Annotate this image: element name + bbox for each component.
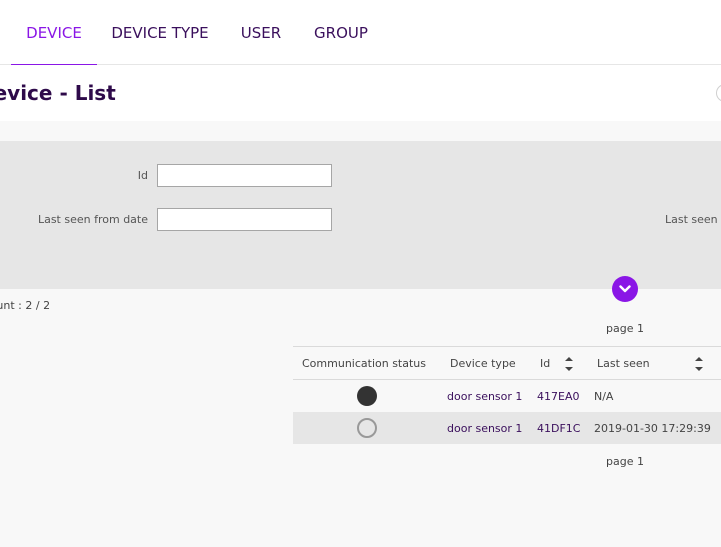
id-filter-label: Id (137, 169, 148, 182)
column-last-seen[interactable]: Last seen (597, 347, 650, 380)
sort-icon[interactable] (564, 355, 574, 373)
table-row[interactable]: door sensor 1 41DF1C 2019-01-30 17:29:39 (293, 412, 721, 444)
device-type-link[interactable]: door sensor 1 (447, 380, 522, 412)
device-id-link[interactable]: 417EA0 (537, 380, 579, 412)
column-device-type: Device type (450, 357, 516, 370)
pagination-top[interactable]: page 1 (593, 322, 657, 335)
last-seen-from-label: Last seen from date (37, 213, 148, 226)
chevron-down-icon (619, 285, 631, 293)
status-offline-icon (357, 418, 377, 438)
top-nav: DEVICE DEVICE TYPE USER GROUP (0, 0, 721, 66)
column-id[interactable]: Id (540, 347, 550, 380)
filter-panel: Id Last seen from date Last seen (0, 141, 721, 289)
last-seen-value: 2019-01-30 17:29:39 (594, 421, 711, 435)
tab-device-type[interactable]: DEVICE TYPE (106, 0, 214, 65)
page-title: Device - List (0, 81, 116, 105)
tab-device[interactable]: DEVICE (11, 0, 97, 66)
sort-icon[interactable] (694, 355, 704, 373)
column-communication-status: Communication status (302, 357, 426, 370)
last-seen-to-label: Last seen (665, 213, 718, 226)
tab-group[interactable]: GROUP (306, 0, 376, 65)
id-filter-input[interactable] (157, 164, 332, 187)
title-action-knob[interactable] (716, 84, 721, 102)
filter-toggle-button[interactable] (612, 276, 638, 302)
last-seen-value: N/A (594, 389, 614, 403)
device-table: Communication status Device type Id Last… (293, 346, 721, 444)
title-bar: Device - List (0, 65, 721, 121)
result-count: Count : 2 / 2 (0, 299, 51, 312)
device-type-link[interactable]: door sensor 1 (447, 412, 522, 444)
device-id-link[interactable]: 41DF1C (537, 412, 580, 444)
tab-user[interactable]: USER (232, 0, 290, 65)
table-row[interactable]: door sensor 1 417EA0 N/A (293, 380, 721, 412)
last-seen-from-input[interactable] (157, 208, 332, 231)
status-online-icon (357, 386, 377, 406)
table-header: Communication status Device type Id Last… (293, 346, 721, 380)
pagination-bottom[interactable]: page 1 (593, 455, 657, 468)
